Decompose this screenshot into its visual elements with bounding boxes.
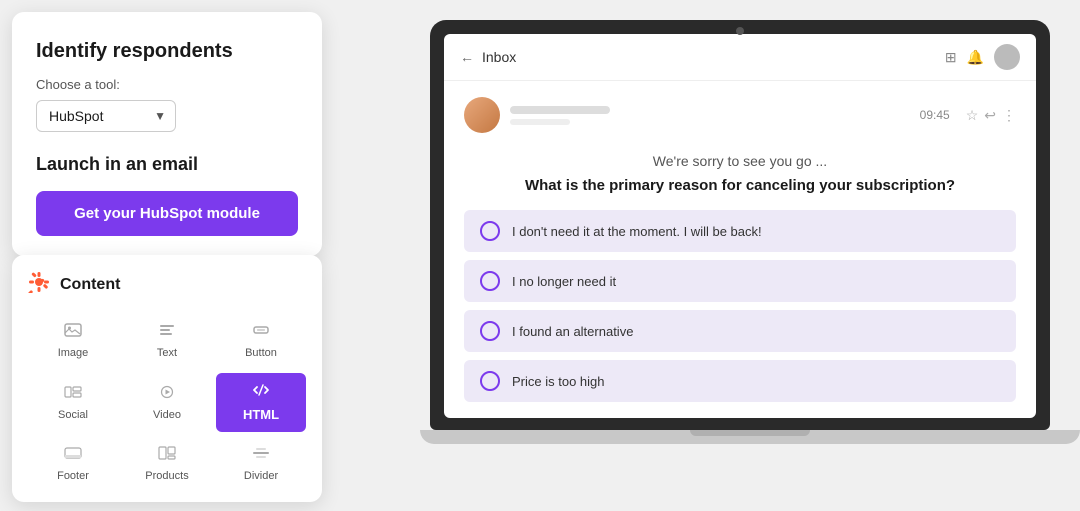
launch-label: Launch in an email xyxy=(36,154,298,175)
survey-question: What is the primary reason for canceling… xyxy=(464,177,1016,194)
sender-name-placeholder xyxy=(510,106,610,114)
option-text-4: Price is too high xyxy=(512,374,605,389)
avatar[interactable] xyxy=(994,44,1020,70)
grid-icon[interactable]: ⊞ xyxy=(945,49,957,66)
hubspot-icon xyxy=(28,271,50,299)
radio-2[interactable] xyxy=(480,271,500,291)
content-grid: Image Text Button xyxy=(28,313,306,492)
get-hubspot-module-button[interactable]: Get your HubSpot module xyxy=(36,191,298,236)
survey-option-1[interactable]: I don't need it at the moment. I will be… xyxy=(464,210,1016,252)
survey-options: I don't need it at the moment. I will be… xyxy=(464,210,1016,402)
email-content: 09:45 ☆ ↩ ⋮ We're sorry to see you go ..… xyxy=(444,81,1036,418)
radio-3[interactable] xyxy=(480,321,500,341)
text-label: Text xyxy=(157,347,177,359)
divider-icon xyxy=(252,446,270,465)
content-item-social[interactable]: Social xyxy=(28,373,118,432)
content-item-html[interactable]: HTML xyxy=(216,373,306,432)
email-header-row: 09:45 ☆ ↩ ⋮ xyxy=(464,97,1016,133)
choose-label: Choose a tool: xyxy=(36,77,298,92)
button-icon xyxy=(252,323,270,342)
survey-option-4[interactable]: Price is too high xyxy=(464,360,1016,402)
email-meta-icons: ☆ ↩ ⋮ xyxy=(966,107,1016,124)
tool-select[interactable]: HubSpot Mailchimp Klaviyo xyxy=(36,100,176,132)
bell-icon[interactable]: 🔔 xyxy=(967,49,984,66)
reply-icon[interactable]: ↩ xyxy=(984,107,996,124)
content-item-text[interactable]: Text xyxy=(122,313,212,369)
option-text-2: I no longer need it xyxy=(512,274,616,289)
more-icon[interactable]: ⋮ xyxy=(1002,107,1016,124)
email-survey: We're sorry to see you go ... What is th… xyxy=(464,153,1016,402)
star-icon[interactable]: ☆ xyxy=(966,107,979,124)
footer-label: Footer xyxy=(57,470,89,482)
content-item-image[interactable]: Image xyxy=(28,313,118,369)
content-item-button[interactable]: Button xyxy=(216,313,306,369)
sender-info xyxy=(510,106,910,125)
content-header: Content xyxy=(28,271,306,299)
laptop-body: ← Inbox ⊞ 🔔 xyxy=(430,20,1050,430)
email-client: ← Inbox ⊞ 🔔 xyxy=(444,34,1036,418)
text-icon xyxy=(158,323,176,342)
products-icon xyxy=(158,446,176,465)
content-title: Content xyxy=(60,276,120,294)
sorry-text: We're sorry to see you go ... xyxy=(464,153,1016,169)
option-text-1: I don't need it at the moment. I will be… xyxy=(512,224,762,239)
image-label: Image xyxy=(58,347,89,359)
email-toolbar: ← Inbox ⊞ 🔔 xyxy=(444,34,1036,81)
social-label: Social xyxy=(58,409,88,421)
radio-4[interactable] xyxy=(480,371,500,391)
html-label: HTML xyxy=(243,407,279,422)
survey-option-2[interactable]: I no longer need it xyxy=(464,260,1016,302)
survey-option-3[interactable]: I found an alternative xyxy=(464,310,1016,352)
laptop-screen: ← Inbox ⊞ 🔔 xyxy=(444,34,1036,418)
button-label: Button xyxy=(245,347,277,359)
content-item-divider[interactable]: Divider xyxy=(216,436,306,492)
radio-1[interactable] xyxy=(480,221,500,241)
image-icon xyxy=(64,323,82,342)
inbox-label: Inbox xyxy=(482,49,937,65)
tool-select-wrapper[interactable]: HubSpot Mailchimp Klaviyo ▼ xyxy=(36,100,176,132)
video-label: Video xyxy=(153,409,181,421)
laptop-camera xyxy=(736,27,744,35)
sender-avatar xyxy=(464,97,500,133)
content-item-products[interactable]: Products xyxy=(122,436,212,492)
option-text-3: I found an alternative xyxy=(512,324,633,339)
content-panel: Content Image Text xyxy=(12,255,322,502)
toolbar-icons: ⊞ 🔔 xyxy=(945,44,1020,70)
social-icon xyxy=(64,385,82,404)
panel-title: Identify respondents xyxy=(36,40,298,63)
laptop: ← Inbox ⊞ 🔔 xyxy=(420,20,1060,495)
sender-sub-placeholder xyxy=(510,119,570,125)
video-icon xyxy=(158,385,176,404)
products-label: Products xyxy=(145,470,188,482)
html-icon xyxy=(252,383,270,402)
email-time: 09:45 xyxy=(920,108,950,122)
laptop-base xyxy=(420,430,1080,444)
back-arrow-icon[interactable]: ← xyxy=(460,49,474,65)
content-item-footer[interactable]: Footer xyxy=(28,436,118,492)
identify-panel: Identify respondents Choose a tool: HubS… xyxy=(12,12,322,256)
footer-icon xyxy=(64,446,82,465)
divider-label: Divider xyxy=(244,470,278,482)
content-item-video[interactable]: Video xyxy=(122,373,212,432)
